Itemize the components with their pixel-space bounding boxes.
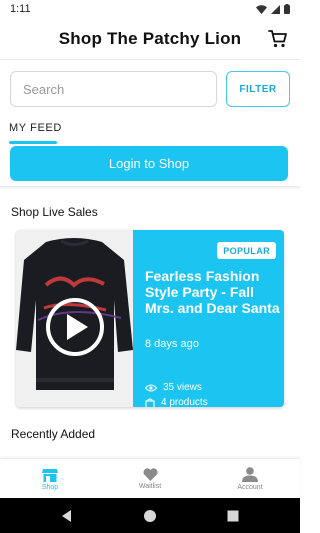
battery-icon [284, 4, 290, 14]
live-sale-info: POPULAR Fearless Fashion Style Party - F… [133, 230, 284, 407]
login-button[interactable]: Login to Shop [10, 146, 288, 181]
popular-badge: POPULAR [217, 242, 276, 259]
nav-item-account[interactable]: Account [200, 459, 300, 499]
search-row: Search FILTER [10, 71, 290, 107]
recents-icon[interactable] [225, 508, 241, 524]
android-nav-bar [0, 498, 300, 533]
nav-label-shop: Shop [41, 483, 59, 491]
divider [0, 186, 300, 190]
person-icon [242, 467, 258, 482]
nav-item-shop[interactable]: Shop [0, 459, 100, 499]
home-icon[interactable] [142, 508, 158, 524]
live-sale-card[interactable]: POPULAR Fearless Fashion Style Party - F… [16, 230, 284, 407]
products-count: 4 products [161, 397, 208, 407]
nav-label-waitlist: Waitlist [138, 483, 162, 490]
views-count: 35 views [163, 382, 202, 393]
sweater-image [16, 230, 133, 407]
bag-icon [145, 397, 155, 407]
status-bar: 1:11 [0, 0, 300, 18]
live-sale-age: 8 days ago [145, 338, 199, 350]
page-title: Shop The Patchy Lion [58, 28, 242, 48]
status-time: 1:11 [10, 3, 31, 15]
live-sale-title[interactable]: Fearless Fashion Style Party - Fall Mrs.… [145, 268, 280, 316]
tab-my-feed[interactable]: MY FEED [9, 122, 62, 134]
live-sale-thumbnail[interactable] [16, 230, 133, 407]
status-icons [256, 4, 290, 14]
section-heading-live-sales: Shop Live Sales [11, 205, 98, 219]
eye-icon [145, 383, 157, 392]
heart-icon [142, 468, 158, 481]
products-stat: 4 products [145, 397, 208, 407]
signal-icon [271, 4, 280, 14]
filter-button[interactable]: FILTER [226, 71, 290, 107]
bottom-nav: Shop Waitlist Account [0, 458, 300, 498]
nav-label-account: Account [237, 484, 263, 491]
views-stat: 35 views [145, 382, 202, 393]
back-icon[interactable] [59, 508, 75, 524]
nav-item-waitlist[interactable]: Waitlist [100, 459, 200, 499]
cart-icon[interactable] [268, 29, 288, 49]
section-heading-recently-added: Recently Added [11, 427, 96, 441]
tab-indicator [9, 141, 57, 144]
app-header: Shop The Patchy Lion [0, 18, 300, 60]
wifi-icon [256, 4, 267, 14]
store-icon [42, 468, 58, 482]
search-input[interactable]: Search [10, 71, 217, 107]
